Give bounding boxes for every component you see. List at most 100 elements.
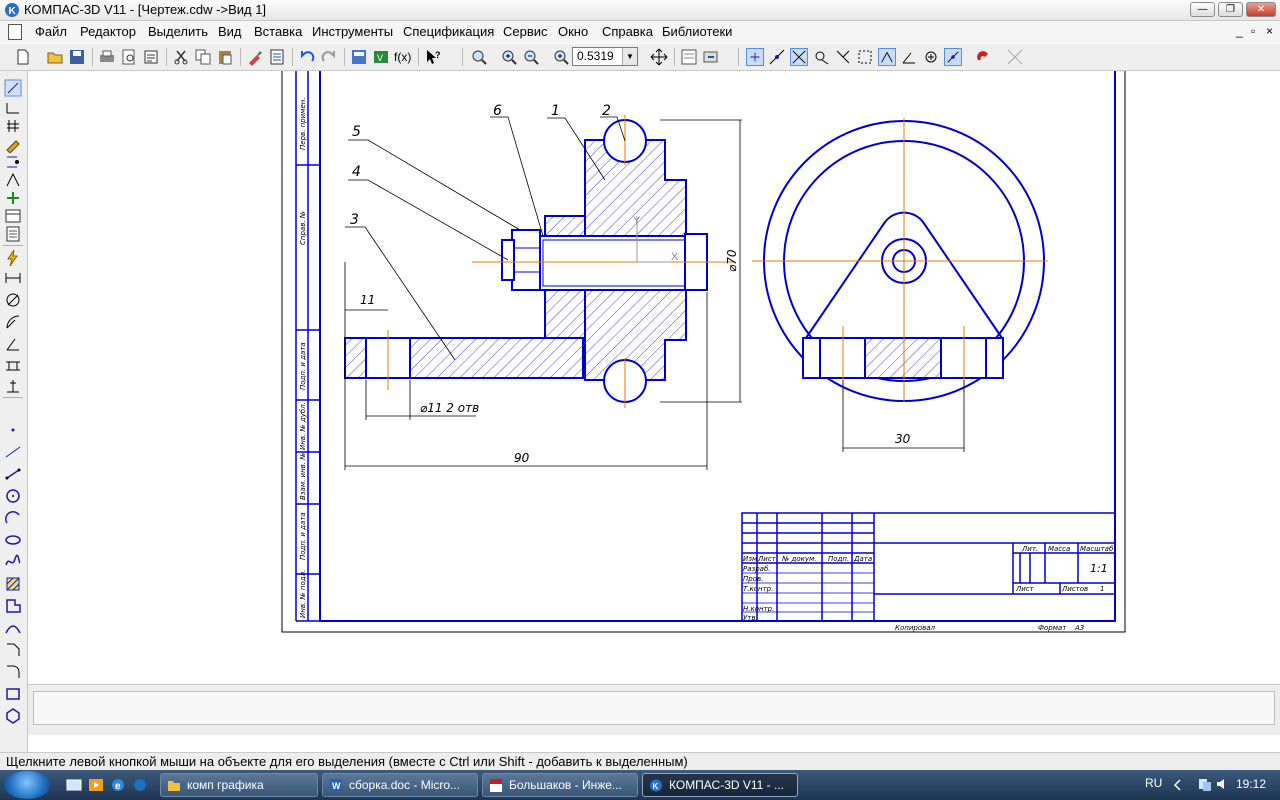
mdi-close-button[interactable]: × [1266, 24, 1273, 38]
menu-libraries[interactable]: Библиотеки [662, 24, 732, 39]
snap-circle-center-icon[interactable] [922, 48, 940, 66]
language-indicator[interactable]: RU [1145, 776, 1162, 790]
print-icon[interactable] [98, 48, 116, 66]
mdi-minimize-button[interactable]: _ [1236, 24, 1243, 38]
snap-middle-icon[interactable] [944, 48, 962, 66]
diameter-dimension-icon[interactable] [4, 291, 22, 309]
fx-button[interactable]: f(x) [394, 50, 416, 68]
copy-properties-icon[interactable] [246, 48, 264, 66]
snap-normal-icon[interactable] [834, 48, 852, 66]
geometry-tools-icon[interactable] [4, 79, 22, 97]
measure-icon[interactable] [4, 171, 22, 189]
variables-icon[interactable]: V [372, 48, 390, 66]
task-bolshakov-pdf[interactable]: Большаков - Инже... [482, 773, 638, 797]
contour-icon[interactable] [4, 597, 22, 615]
document-manager-icon[interactable] [142, 48, 160, 66]
dimensions-tools-icon[interactable] [4, 99, 22, 117]
menu-editor[interactable]: Редактор [80, 24, 136, 39]
snap-tangent-icon[interactable] [812, 48, 830, 66]
menu-specification[interactable]: Спецификация [403, 24, 494, 39]
polygon-icon[interactable] [4, 707, 22, 725]
drawing-canvas[interactable]: Перв. примен. Справ. № Подп. и дата Инв.… [28, 71, 1280, 683]
property-panel-area[interactable] [33, 691, 1275, 725]
chevron-left-icon[interactable] [1172, 778, 1182, 792]
fillet-icon[interactable] [4, 663, 22, 681]
kompas-quicklaunch-icon[interactable] [132, 778, 148, 792]
print-preview-icon[interactable] [120, 48, 138, 66]
snap-center-icon[interactable] [878, 48, 896, 66]
zoom-in-icon[interactable] [500, 48, 518, 66]
snap-nearest-icon[interactable] [768, 48, 786, 66]
open-folder-icon[interactable] [46, 48, 64, 66]
segment-icon[interactable] [4, 465, 22, 483]
snap-off-icon[interactable] [1006, 48, 1024, 66]
network-icon[interactable] [1198, 776, 1212, 792]
menu-select[interactable]: Выделить [148, 24, 208, 39]
zoom-scale-icon[interactable] [552, 48, 570, 66]
spec-icon[interactable] [4, 207, 22, 225]
refresh-icon[interactable] [702, 48, 720, 66]
undo-icon[interactable] [298, 48, 316, 66]
arc-icon[interactable] [4, 509, 22, 527]
manager-icon[interactable] [350, 48, 368, 66]
menu-insert[interactable]: Вставка [254, 24, 302, 39]
selection-icon[interactable] [4, 189, 22, 207]
break-dimension-icon[interactable] [4, 357, 22, 375]
menu-window[interactable]: Окно [558, 24, 588, 39]
copy-icon[interactable] [194, 48, 212, 66]
parametrization-icon[interactable] [4, 153, 22, 171]
point-icon[interactable] [4, 421, 22, 439]
properties-icon[interactable] [268, 48, 286, 66]
nurbs-icon[interactable] [4, 619, 22, 637]
save-icon[interactable] [68, 48, 86, 66]
maximize-button[interactable]: ❐ [1218, 2, 1243, 17]
help-pointer-icon[interactable]: ? [424, 48, 442, 66]
chevron-down-icon[interactable]: ▼ [622, 48, 637, 65]
task-komp-grafika[interactable]: комп графика [160, 773, 318, 797]
menu-help[interactable]: Справка [602, 24, 653, 39]
angular-dimension-icon[interactable] [4, 335, 22, 353]
layers-icon[interactable] [680, 48, 698, 66]
start-button[interactable] [4, 771, 50, 799]
rectangle-icon[interactable] [4, 685, 22, 703]
task-sborka-doc[interactable]: W сборка.doc - Micro... [322, 773, 478, 797]
snap-intersection-icon[interactable] [790, 48, 808, 66]
magnet-icon[interactable] [974, 48, 992, 66]
cut-icon[interactable] [172, 48, 190, 66]
paste-icon[interactable] [216, 48, 234, 66]
chamfer-icon[interactable] [4, 641, 22, 659]
reports-icon[interactable] [4, 225, 22, 243]
ellipse-icon[interactable] [4, 531, 22, 549]
minimize-button[interactable]: — [1190, 2, 1215, 17]
document-icon[interactable] [8, 24, 22, 40]
hatch-icon[interactable] [4, 575, 22, 593]
internet-explorer-icon[interactable]: e [110, 778, 126, 792]
spline-icon[interactable] [4, 553, 22, 571]
pan-icon[interactable] [650, 48, 668, 66]
height-mark-icon[interactable] [4, 377, 22, 395]
edit-tools-icon[interactable] [4, 135, 22, 153]
symbols-tools-icon[interactable] [4, 117, 22, 135]
radial-dimension-icon[interactable] [4, 313, 22, 331]
menu-file[interactable]: Файл [35, 24, 67, 39]
snap-angle-icon[interactable] [900, 48, 918, 66]
zoom-out-icon[interactable] [522, 48, 540, 66]
zoom-scale-field[interactable]: 0.5319 ▼ [572, 47, 638, 66]
menu-service[interactable]: Сервис [503, 24, 548, 39]
redo-icon[interactable] [320, 48, 338, 66]
snap-grid-icon[interactable] [856, 48, 874, 66]
new-document-icon[interactable] [14, 48, 32, 66]
circle-icon[interactable] [4, 487, 22, 505]
menu-tools[interactable]: Инструменты [312, 24, 393, 39]
menu-view[interactable]: Вид [218, 24, 242, 39]
linear-dimension-icon[interactable] [4, 269, 22, 287]
auxiliary-line-icon[interactable] [4, 443, 22, 461]
volume-icon[interactable] [1216, 777, 1230, 791]
show-desktop-icon[interactable] [66, 778, 82, 792]
task-kompas[interactable]: K КОМПАС-3D V11 - ... [642, 773, 798, 797]
media-player-icon[interactable] [88, 778, 104, 792]
lightning-icon[interactable] [4, 249, 22, 267]
mdi-restore-button[interactable]: ▫ [1251, 24, 1255, 38]
snap-point-icon[interactable] [746, 48, 764, 66]
drawing-sheet[interactable]: Перв. примен. Справ. № Подп. и дата Инв.… [28, 71, 1280, 683]
